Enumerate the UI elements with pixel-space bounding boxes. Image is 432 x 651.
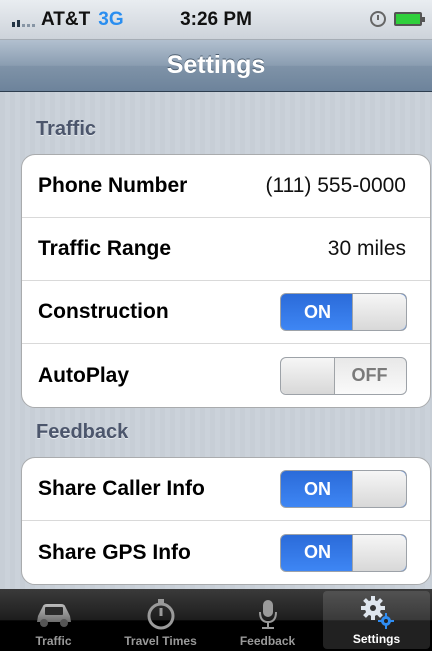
navigation-bar: Settings	[0, 40, 432, 92]
car-icon	[34, 597, 74, 631]
network-type: 3G	[98, 8, 124, 30]
traffic-range-label: Traffic Range	[38, 237, 172, 260]
autoplay-toggle[interactable]: OFF	[280, 356, 407, 395]
toggle-knob[interactable]	[352, 534, 406, 571]
tab-feedback[interactable]: Feedback	[214, 589, 321, 651]
gears-icon	[357, 595, 397, 629]
page-title: Settings	[166, 51, 266, 79]
toggle-state-text: ON	[304, 478, 331, 499]
construction-row: Construction ON	[22, 281, 430, 344]
tab-label: Settings	[352, 632, 401, 646]
stopwatch-icon	[141, 597, 181, 631]
toggle-state-text: ON	[304, 301, 331, 322]
autoplay-row: AutoPlay OFF	[22, 344, 430, 407]
tab-label: Travel Times	[124, 634, 197, 648]
microphone-icon	[248, 597, 288, 631]
phone-number-value: (111) 555-0000	[265, 174, 407, 197]
traffic-range-row[interactable]: Traffic Range 30 miles	[22, 218, 430, 281]
toggle-knob[interactable]	[281, 357, 335, 394]
traffic-range-value: 30 miles	[327, 237, 406, 260]
orientation-lock-icon	[370, 11, 386, 27]
tab-traffic[interactable]: Traffic	[0, 589, 107, 651]
toggle-knob[interactable]	[352, 294, 406, 330]
tab-travel-times[interactable]: Travel Times	[107, 589, 214, 651]
share-caller-info-toggle[interactable]: ON	[280, 470, 407, 508]
construction-label: Construction	[38, 300, 169, 323]
share-gps-info-toggle[interactable]: ON	[280, 533, 407, 572]
settings-content[interactable]: Traffic Phone Number (111) 555-0000 Traf…	[0, 92, 432, 589]
share-gps-info-label: Share GPS Info	[38, 540, 191, 564]
carrier-name: AT&T	[41, 8, 91, 30]
share-caller-info-row: Share Caller Info ON	[22, 458, 430, 521]
phone-number-label: Phone Number	[38, 174, 188, 197]
tab-bar: Traffic Travel Times Feedback Settings	[0, 589, 432, 651]
traffic-settings-group: Phone Number (111) 555-0000 Traffic Rang…	[21, 154, 431, 408]
autoplay-label: AutoPlay	[38, 363, 130, 387]
status-bar: AT&T 3G 3:26 PM	[0, 0, 432, 40]
construction-toggle[interactable]: ON	[280, 293, 407, 331]
phone-number-row[interactable]: Phone Number (111) 555-0000	[22, 155, 430, 218]
battery-icon	[394, 12, 425, 26]
toggle-state-text: OFF	[351, 365, 388, 385]
tab-settings[interactable]: Settings	[323, 591, 430, 649]
section-header-feedback: Feedback	[36, 421, 129, 443]
signal-strength-icon	[12, 13, 35, 27]
tab-label: Feedback	[239, 634, 296, 648]
tab-label: Traffic	[35, 634, 72, 648]
toggle-knob[interactable]	[352, 471, 406, 507]
toggle-state-text: ON	[304, 542, 331, 562]
feedback-settings-group: Share Caller Info ON Share GPS Info ON	[21, 457, 431, 585]
share-caller-info-label: Share Caller Info	[38, 477, 205, 500]
share-gps-info-row: Share GPS Info ON	[22, 521, 430, 584]
section-header-traffic: Traffic	[36, 118, 97, 140]
